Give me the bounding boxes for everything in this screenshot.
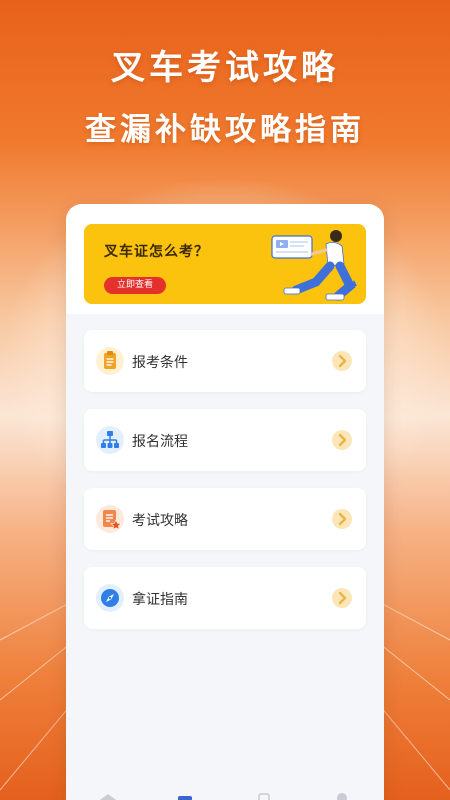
profile-tab-icon[interactable] <box>337 793 347 800</box>
chevron-right-icon <box>332 588 352 608</box>
view-now-button[interactable]: 立即查看 <box>104 277 166 294</box>
promo-banner[interactable]: 叉车证怎么考？ 立即查看 <box>84 224 366 304</box>
phone-screen: 叉车证怎么考？ 立即查看 报考条件 报名流程 考试攻略 拿证指南 <box>66 204 384 800</box>
bottom-tab-bar <box>66 790 384 800</box>
menu-label: 拿证指南 <box>132 592 188 608</box>
chevron-right-icon <box>332 430 352 450</box>
document-tab-icon[interactable] <box>258 793 270 800</box>
banner-container: 叉车证怎么考？ 立即查看 <box>66 204 384 314</box>
banner-question: 叉车证怎么考？ <box>104 244 209 260</box>
menu-label: 报考条件 <box>132 355 188 371</box>
menu-label: 报名流程 <box>132 434 188 450</box>
menu-item-exam-guide[interactable]: 考试攻略 <box>84 488 366 550</box>
book-tab-icon[interactable] <box>178 796 192 800</box>
menu-label: 考试攻略 <box>132 513 188 529</box>
person-illustration <box>271 230 357 301</box>
clipboard-list-icon <box>96 347 124 375</box>
menu-item-registration[interactable]: 报名流程 <box>84 409 366 471</box>
compass-icon <box>96 584 124 612</box>
flowchart-icon <box>96 426 124 454</box>
chevron-right-icon <box>332 509 352 529</box>
home-tab-icon[interactable] <box>100 794 116 800</box>
promo-title: 叉车考试攻略 <box>111 48 339 88</box>
document-star-icon <box>96 505 124 533</box>
chevron-right-icon <box>332 351 352 371</box>
menu-item-requirements[interactable]: 报考条件 <box>84 330 366 392</box>
promo-subtitle: 查漏补缺攻略指南 <box>85 112 365 148</box>
menu-item-license-guide[interactable]: 拿证指南 <box>84 567 366 629</box>
